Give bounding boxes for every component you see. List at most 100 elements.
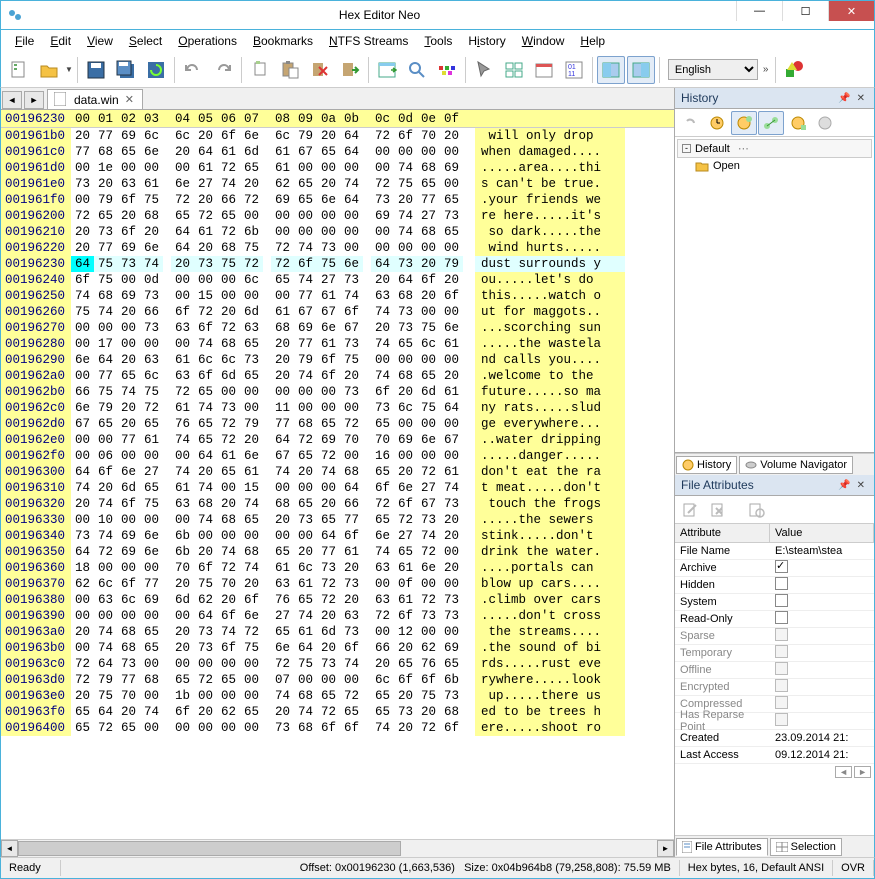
find-icon[interactable] xyxy=(403,56,431,84)
hex-row[interactable]: 0019631074206d6561740015000000646f6e2774… xyxy=(1,480,674,496)
attr-row[interactable]: Encrypted xyxy=(675,679,874,696)
scroll-left-icon[interactable]: ◄ xyxy=(1,840,18,857)
maximize-button[interactable]: ☐ xyxy=(782,1,828,21)
panel-close-icon-2[interactable]: ✕ xyxy=(854,480,868,491)
hex-row[interactable]: 001962202077696e642068757274730000000000… xyxy=(1,240,674,256)
hex-row[interactable]: 0019620072652068657265000000000069742773… xyxy=(1,208,674,224)
history-default-header[interactable]: - Default ⋯ xyxy=(677,139,872,158)
hist-branch1-icon[interactable] xyxy=(731,111,757,135)
save-icon[interactable] xyxy=(82,56,110,84)
hex-row[interactable]: 001963e0207570001b0000007468657265207573… xyxy=(1,688,674,704)
checkbox[interactable] xyxy=(775,577,788,590)
hex-row[interactable]: 001962d067652065766572797768657265000000… xyxy=(1,416,674,432)
menu-tools[interactable]: Tools xyxy=(416,32,460,50)
tab-prev-icon[interactable]: ◄ xyxy=(2,91,22,109)
hex-row[interactable]: 001962906e642063616c6c7320796f7500000000… xyxy=(1,352,674,368)
view-layout-icon[interactable] xyxy=(373,56,401,84)
hex-row[interactable]: 001962507468697300150000007761746368206f… xyxy=(1,288,674,304)
hex-row[interactable]: 001961b02077696c6c206f6e6c792064726f7020… xyxy=(1,128,674,144)
attr-cancel-icon[interactable] xyxy=(705,498,731,522)
hex-row[interactable]: 001963900000000000646f6e27742063726f7373… xyxy=(1,608,674,624)
menu-ntfs[interactable]: NTFS Streams xyxy=(321,32,416,50)
hex-row[interactable]: 001963407374696e6b0000000000646f6e277420… xyxy=(1,528,674,544)
menu-file[interactable]: File xyxy=(7,32,42,50)
hex-row[interactable]: 001963f0656420746f2062652074726565732068… xyxy=(1,704,674,720)
tab-selection[interactable]: Selection xyxy=(770,838,842,856)
pin-icon[interactable]: 📌 xyxy=(835,93,853,104)
checkbox[interactable] xyxy=(775,611,788,624)
hex-row[interactable]: 001963a0207468652073747265616d7300120000… xyxy=(1,624,674,640)
collapse-icon[interactable]: - xyxy=(682,144,691,153)
tab-datawin[interactable]: data.win ✕ xyxy=(47,89,143,109)
attr-row[interactable]: System xyxy=(675,594,874,611)
hist-clock2-icon[interactable] xyxy=(785,111,811,135)
tab-volume-navigator[interactable]: Volume Navigator xyxy=(739,456,853,474)
tab-next-icon[interactable]: ► xyxy=(24,91,44,109)
checkbox[interactable] xyxy=(775,594,788,607)
close-button[interactable]: ✕ xyxy=(828,1,874,21)
copy-icon[interactable] xyxy=(246,56,274,84)
menu-window[interactable]: Window xyxy=(514,32,573,50)
scroll-right-attr[interactable]: ► xyxy=(854,766,871,778)
panel-close-icon[interactable]: ✕ xyxy=(854,93,868,104)
hist-clock-icon[interactable] xyxy=(704,111,730,135)
attr-row[interactable]: Read-Only xyxy=(675,611,874,628)
clipboard-arrow-icon[interactable] xyxy=(336,56,364,84)
open-file-icon[interactable] xyxy=(35,56,63,84)
attr-row[interactable]: File NameE:\steam\stea xyxy=(675,543,874,560)
hist-undo-icon[interactable] xyxy=(677,111,703,135)
attr-row[interactable]: Offline xyxy=(675,662,874,679)
undo-icon[interactable] xyxy=(179,56,207,84)
hex-row[interactable]: 0019621020736f206461726b0000000000746865… xyxy=(1,224,674,240)
shapes-tool-icon[interactable] xyxy=(780,56,808,84)
hex-row[interactable]: 001961d0001e0000006172656100000000746869… xyxy=(1,160,674,176)
split-view-1-icon[interactable] xyxy=(597,56,625,84)
hex-row[interactable]: 001962c06e7920726174730011000000736c7564… xyxy=(1,400,674,416)
hex-row[interactable]: 001962a00077656c636f6d6520746f2074686520… xyxy=(1,368,674,384)
hex-row[interactable]: 001961c07768656e2064616d6167656400000000… xyxy=(1,144,674,160)
hex-row[interactable]: 00196300646f6e27742065617420746865207261… xyxy=(1,464,674,480)
hex-row[interactable]: 0019638000636c696d62206f7665722063617273… xyxy=(1,592,674,608)
hex-row[interactable]: 001961e0732063616e2774206265207472756500… xyxy=(1,176,674,192)
attr-row[interactable]: Sparse xyxy=(675,628,874,645)
binary-icon[interactable]: 0111 xyxy=(560,56,588,84)
tab-file-attributes[interactable]: File Attributes xyxy=(676,838,768,856)
hex-row[interactable]: 001962e000007761746572206472697070696e67… xyxy=(1,432,674,448)
pointer-tool-icon[interactable] xyxy=(470,56,498,84)
menu-select[interactable]: Select xyxy=(121,32,170,50)
hex-row[interactable]: 00196260757420666f72206d6167676f74730000… xyxy=(1,304,674,320)
redo-icon[interactable] xyxy=(209,56,237,84)
hex-row[interactable]: 0019633000100000007468652073657765727320… xyxy=(1,512,674,528)
scroll-left-attr[interactable]: ◄ xyxy=(835,766,852,778)
hex-row[interactable]: 001962b06675747572650000000000736f206d61… xyxy=(1,384,674,400)
attr-row[interactable]: Has Reparse Point xyxy=(675,713,874,730)
attr-apply-icon[interactable] xyxy=(677,498,703,522)
hex-row[interactable]: 001962306475737420737572726f756e64732079… xyxy=(1,256,674,272)
tab-close-icon[interactable]: ✕ xyxy=(123,93,136,106)
lang-expand-icon[interactable]: » xyxy=(760,64,772,75)
hex-row[interactable]: 001961f000796f757220667269656e6473207765… xyxy=(1,192,674,208)
menu-history[interactable]: History xyxy=(460,32,513,50)
window-grid-icon[interactable] xyxy=(500,56,528,84)
hex-row[interactable]: 001963506472696e6b2074686520776174657200… xyxy=(1,544,674,560)
delete-icon[interactable] xyxy=(306,56,334,84)
save-all-icon[interactable] xyxy=(112,56,140,84)
scroll-right-icon[interactable]: ► xyxy=(657,840,674,857)
new-file-icon[interactable] xyxy=(5,56,33,84)
hex-row[interactable]: 0019627000000073636f726368696e672073756e… xyxy=(1,320,674,336)
hex-row[interactable]: 00196370626c6f772075702063617273000f0000… xyxy=(1,576,674,592)
tab-history[interactable]: History xyxy=(676,456,737,474)
minimize-button[interactable]: — xyxy=(736,1,782,21)
attr-row[interactable]: Archive xyxy=(675,560,874,577)
menu-edit[interactable]: Edit xyxy=(42,32,79,50)
split-view-2-icon[interactable] xyxy=(627,56,655,84)
hex-row[interactable]: 00196400657265000000000073686f6f7420726f… xyxy=(1,720,674,736)
attr-refresh-icon[interactable] xyxy=(743,498,769,522)
pin-icon-2[interactable]: 📌 xyxy=(835,480,853,491)
history-item-open[interactable]: Open xyxy=(677,158,872,174)
hex-row[interactable]: 0019632020746f756368207468652066726f6773… xyxy=(1,496,674,512)
menu-operations[interactable]: Operations xyxy=(170,32,245,50)
hex-row[interactable]: 001962406f75000d0000006c6574277320646f20… xyxy=(1,272,674,288)
paste-icon[interactable] xyxy=(276,56,304,84)
menu-help[interactable]: Help xyxy=(572,32,613,50)
